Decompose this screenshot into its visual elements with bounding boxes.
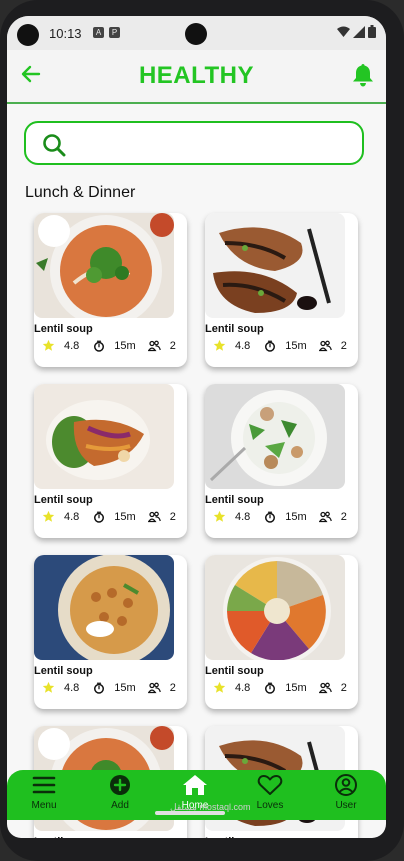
nav-label-user: User [335,800,357,811]
timer-icon [265,340,276,352]
recipe-rating: 4.8 [64,510,80,523]
home-indicator [155,811,225,815]
home-icon [183,775,207,795]
nav-item-user[interactable]: User [316,774,376,811]
recipe-image-green-salad [205,384,345,489]
timer-icon [94,340,105,352]
recipe-image-chickpea-curry [34,555,174,660]
recipe-card[interactable]: Lentil soup 4.8 15m 2 [34,213,187,367]
recipe-rating: 4.8 [235,510,251,523]
recipe-servings: 2 [169,510,176,523]
recipe-servings: 2 [340,681,347,694]
nav-label-add: Add [111,800,129,811]
recipe-card[interactable]: Lentil soup 4.8 15m 2 [34,555,187,709]
nav-item-menu[interactable]: Menu [14,774,74,811]
app-title: HEALTHY [138,62,255,89]
section-title: Lunch & Dinner [25,184,136,201]
recipe-time: 15m [285,681,307,694]
recipe-name: Lentil soup [34,665,93,677]
star-icon [213,339,226,351]
front-camera-left [17,24,39,46]
people-icon [147,682,161,693]
star-icon [213,510,226,522]
recipe-image-lentil-soup [34,213,174,318]
nav-label-menu: Menu [31,800,57,811]
timer-icon [94,682,105,694]
recipe-card[interactable]: Lentil soup 4.8 15m 2 [205,384,358,538]
recipe-image-buddha-bowl [205,555,345,660]
star-icon [42,510,55,522]
recipe-time: 15m [114,339,136,352]
user-icon [335,774,357,796]
recipe-rating: 4.8 [235,339,251,352]
recipe-name: Lentil soup [205,665,264,677]
recipe-card[interactable]: Lentil soup 4.8 15m 2 [205,213,358,367]
recipe-time: 15m [114,681,136,694]
recipe-meta: 4.8 15m 2 [213,681,347,694]
recipe-time: 15m [285,339,307,352]
status-icons [337,25,376,38]
recipe-servings: 2 [340,510,347,523]
recipe-name: Lentil soup [34,836,93,838]
recipe-servings: 2 [340,339,347,352]
notification-a-icon: A [93,27,104,38]
recipe-servings: 2 [169,681,176,694]
search-box[interactable] [24,121,364,165]
people-icon [318,340,332,351]
recipe-time: 15m [114,510,136,523]
notification-p-icon: P [109,27,120,38]
recipe-rating: 4.8 [64,681,80,694]
recipe-meta: 4.8 15m 2 [213,339,347,352]
search-icon [43,134,66,157]
recipe-name: Lentil soup [34,494,93,506]
bell-icon[interactable] [352,63,374,87]
recipe-name: Lentil soup [205,494,264,506]
recipe-time: 15m [285,510,307,523]
heart-icon [257,775,283,795]
star-icon [213,681,226,693]
timer-icon [265,511,276,523]
people-icon [147,511,161,522]
recipe-name: Lentil soup [205,836,264,838]
recipe-card[interactable]: Lentil soup 4.8 15m 2 [34,384,187,538]
status-time: 10:13 [49,26,82,41]
search-input[interactable] [78,131,352,157]
recipe-rating: 4.8 [64,339,80,352]
wifi-icon [337,26,350,37]
recipe-rating: 4.8 [235,681,251,694]
nav-item-add[interactable]: Add [90,774,150,811]
app-bar: HEALTHY [7,50,386,104]
recipe-meta: 4.8 15m 2 [42,510,176,523]
star-icon [42,339,55,351]
app-screen: 10:13 A P HEALTHY Lunch & Dinner Lentil … [7,16,386,838]
front-camera [185,23,207,45]
recipe-image-veggie-noodles [34,384,174,489]
recipe-image-glazed-chicken [205,213,345,318]
recipe-name: Lentil soup [205,323,264,335]
recipe-meta: 4.8 15m 2 [213,510,347,523]
star-icon [42,681,55,693]
phone-frame: 10:13 A P HEALTHY Lunch & Dinner Lentil … [0,0,404,861]
people-icon [147,340,161,351]
recipe-meta: 4.8 15m 2 [42,681,176,694]
recipe-meta: 4.8 15m 2 [42,339,176,352]
people-icon [318,511,332,522]
timer-icon [265,682,276,694]
menu-icon [32,776,56,794]
people-icon [318,682,332,693]
signal-icon [353,25,365,38]
recipe-name: Lentil soup [34,323,93,335]
timer-icon [94,511,105,523]
recipe-servings: 2 [169,339,176,352]
status-bar: 10:13 A P [7,16,386,50]
battery-icon [368,25,376,38]
recipe-card[interactable]: Lentil soup 4.8 15m 2 [205,555,358,709]
add-circle-icon [110,775,130,795]
